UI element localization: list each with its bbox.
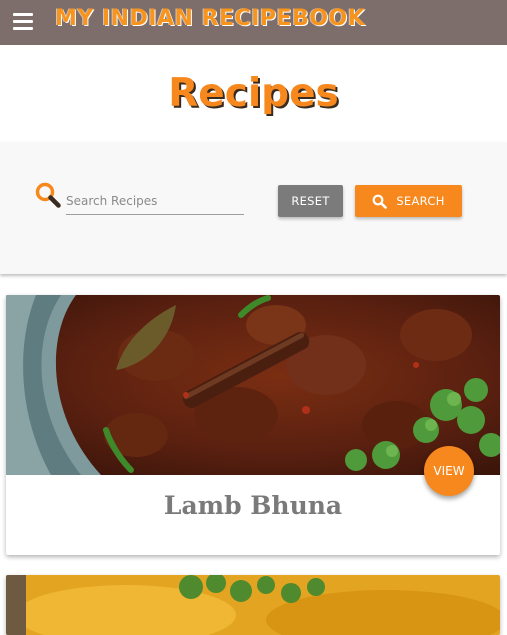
top-navbar: MY INDIAN RECIPEBOOK [0, 0, 507, 45]
search-icon [35, 182, 61, 208]
view-recipe-button[interactable]: VIEW [424, 446, 474, 496]
page-title: Recipes [168, 71, 339, 116]
search-button[interactable]: SEARCH [355, 185, 462, 217]
recipe-image [6, 575, 500, 635]
recipe-card [6, 575, 500, 635]
reset-button[interactable]: RESET [278, 185, 343, 217]
brand-title[interactable]: MY INDIAN RECIPEBOOK [55, 6, 365, 31]
search-button-label: SEARCH [396, 194, 445, 208]
recipe-title: Lamb Bhuna [163, 491, 343, 520]
search-input[interactable] [66, 188, 244, 215]
recipe-image [6, 295, 500, 475]
search-panel: RESET SEARCH [0, 142, 507, 274]
title-section: Recipes [0, 45, 507, 142]
hamburger-menu-icon[interactable] [13, 13, 33, 30]
search-icon [372, 194, 388, 209]
recipe-card: VIEW Lamb Bhuna [6, 295, 500, 555]
